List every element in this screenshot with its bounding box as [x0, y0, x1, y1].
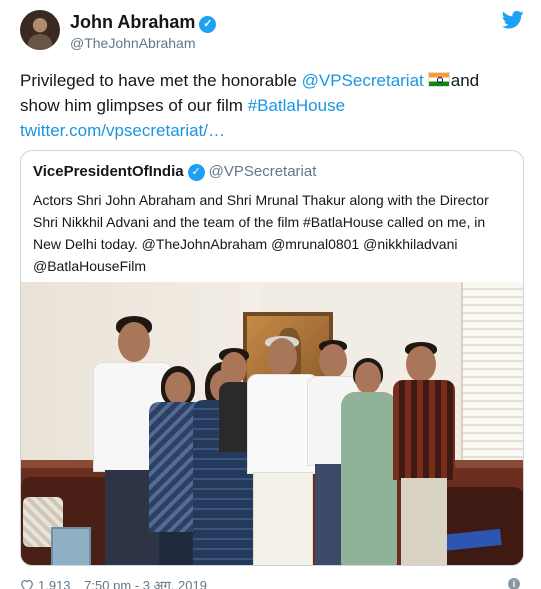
india-flag-icon	[427, 72, 450, 87]
heart-icon[interactable]	[20, 579, 34, 589]
tweet-meta: 1,913 7:50 pm - 3 अग. 2019	[20, 576, 207, 589]
info-icon[interactable]: i	[508, 578, 520, 589]
verified-badge-icon: ✓	[187, 164, 205, 181]
mention-link[interactable]: @VPSecretariat	[302, 71, 424, 90]
tweet-card: John Abraham ✓ @TheJohnAbraham Privileged…	[0, 0, 541, 589]
tweet-timestamp[interactable]: 7:50 pm - 3 अग. 2019	[84, 578, 207, 589]
hashtag-link[interactable]: #BatlaHouse	[248, 96, 345, 115]
tweet-text-part: Privileged to have met the honorable	[20, 71, 302, 90]
quoted-author-row: VicePresidentOfIndia ✓ @VPSecretariat	[33, 163, 316, 181]
quoted-tweet-photo[interactable]	[21, 282, 523, 565]
url-link[interactable]: twitter.com/vpsecretariat/…	[20, 121, 225, 140]
author-name[interactable]: John Abraham	[70, 12, 195, 32]
author-name-row[interactable]: John Abraham ✓	[70, 12, 217, 33]
quoted-tweet-text: Actors Shri John Abraham and Shri Mrunal…	[33, 192, 489, 274]
like-count[interactable]: 1,913	[38, 578, 71, 589]
window-blinds	[461, 282, 523, 462]
avatar[interactable]	[20, 10, 60, 50]
verified-badge-icon: ✓	[199, 16, 217, 33]
quoted-author-handle: @VPSecretariat	[208, 163, 317, 180]
quoted-author-name: VicePresidentOfIndia	[33, 163, 184, 180]
twitter-bird-icon[interactable]	[502, 10, 524, 30]
author-handle[interactable]: @TheJohnAbraham	[70, 35, 196, 51]
quoted-tweet[interactable]: VicePresidentOfIndia ✓ @VPSecretariat Acto…	[20, 150, 524, 566]
tweet-text: Privileged to have met the honorable @VP…	[20, 68, 520, 143]
